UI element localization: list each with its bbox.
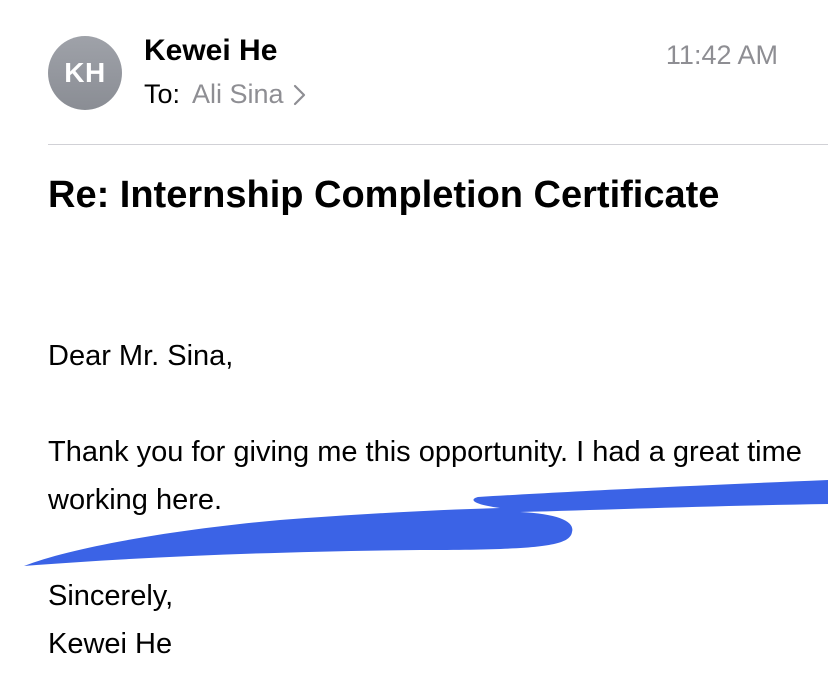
to-label: To: [144, 79, 181, 109]
avatar-initials: KH [64, 57, 106, 88]
email-signature: Kewei He [48, 628, 173, 660]
email-greeting: Dear Mr. Sina, [48, 340, 234, 372]
email-subject: Re: Internship Completion Certificate [48, 174, 720, 216]
sender-avatar[interactable]: KH [48, 36, 122, 110]
email-body: Dear Mr. Sina, Thank you for giving me t… [48, 332, 808, 668]
sender-name[interactable]: Kewei He [144, 34, 277, 68]
header-divider [48, 144, 828, 145]
email-header: KH Kewei He To: Ali Sina 11:42 AM [0, 0, 828, 144]
email-closing: Sincerely, [48, 580, 174, 612]
email-timestamp: 11:42 AM [665, 40, 778, 70]
chevron-right-icon[interactable] [292, 83, 308, 107]
email-body-paragraph: Thank you for giving me this opportunity… [48, 436, 802, 516]
recipient-name[interactable]: Ali Sina [192, 79, 284, 110]
email-detail-screen: KH Kewei He To: Ali Sina 11:42 AM Re: In… [0, 0, 828, 699]
recipient-row[interactable]: To: Ali Sina [144, 79, 308, 110]
